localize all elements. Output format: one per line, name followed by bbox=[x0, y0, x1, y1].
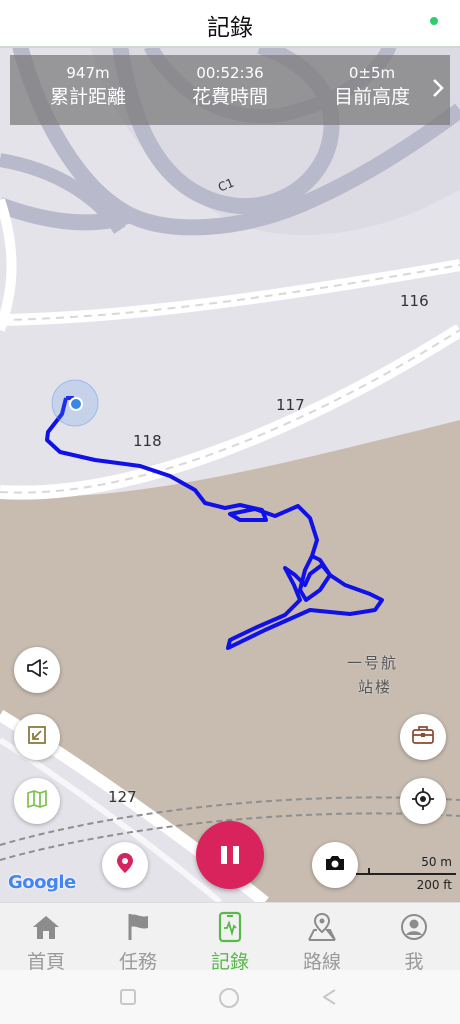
nav-item-records[interactable]: 記錄 bbox=[184, 909, 276, 974]
time-stat: 00:52:36 花費時間 bbox=[160, 63, 300, 111]
camera-icon bbox=[324, 854, 346, 876]
briefcase-icon bbox=[411, 724, 435, 750]
record-icon bbox=[184, 909, 276, 945]
camera-button[interactable] bbox=[312, 842, 358, 888]
map-layers-button[interactable] bbox=[14, 778, 60, 824]
map-view[interactable]: C1 116 117 118 127 一号航 站楼 bbox=[0, 46, 460, 902]
current-location-dot bbox=[69, 397, 83, 411]
pause-recording-button[interactable] bbox=[196, 821, 264, 889]
locate-me-button[interactable] bbox=[400, 778, 446, 824]
recents-icon[interactable] bbox=[118, 987, 138, 1007]
map-label-terminal-2: 站楼 bbox=[358, 678, 393, 696]
arrow-in-box-icon bbox=[26, 724, 48, 750]
add-waypoint-button[interactable] bbox=[102, 842, 148, 888]
distance-value: 947m bbox=[66, 64, 110, 82]
crosshair-icon bbox=[411, 787, 435, 815]
map-pin-icon bbox=[115, 851, 135, 879]
map-label-117: 117 bbox=[276, 396, 305, 414]
pause-icon bbox=[218, 846, 242, 864]
map-label-127: 127 bbox=[108, 788, 137, 806]
page-title: 記錄 bbox=[207, 15, 253, 41]
map-canvas bbox=[0, 46, 460, 902]
google-logo-text: Google bbox=[8, 872, 76, 893]
nav-item-missions[interactable]: 任務 bbox=[92, 909, 184, 974]
map-label-118: 118 bbox=[133, 432, 162, 450]
map-scale: 50 m 200 ft bbox=[356, 855, 456, 895]
time-label: 花費時間 bbox=[191, 86, 268, 108]
map-label-terminal-1: 一号航 bbox=[347, 654, 399, 672]
nav-item-home[interactable]: 首頁 bbox=[0, 909, 92, 974]
nav-item-routes[interactable]: 路線 bbox=[276, 909, 368, 974]
bottom-nav: 首頁 任務 記錄 路線 我 bbox=[0, 902, 460, 974]
map-label-116: 116 bbox=[400, 292, 429, 310]
status-dot bbox=[430, 17, 438, 25]
home-icon bbox=[0, 909, 92, 945]
megaphone-icon bbox=[24, 656, 50, 684]
app-header: 記錄 bbox=[0, 0, 460, 48]
back-icon[interactable] bbox=[320, 987, 340, 1007]
google-attribution: Google bbox=[8, 872, 76, 893]
altitude-stat: 0±5m 目前高度 bbox=[302, 63, 442, 111]
profile-icon bbox=[368, 909, 460, 945]
altitude-label: 目前高度 bbox=[333, 86, 410, 108]
broadcast-button[interactable] bbox=[14, 647, 60, 693]
route-map-icon bbox=[276, 909, 368, 945]
stats-panel: 947m 累計距離 00:52:36 花費時間 0±5m 目前高度 bbox=[10, 55, 450, 125]
distance-label: 累計距離 bbox=[49, 86, 126, 108]
distance-stat: 947m 累計距離 bbox=[18, 63, 158, 111]
scale-imperial: 200 ft bbox=[416, 878, 452, 892]
flag-icon bbox=[92, 909, 184, 945]
time-value: 00:52:36 bbox=[196, 64, 264, 82]
map-icon bbox=[26, 788, 48, 814]
toolbox-button[interactable] bbox=[400, 714, 446, 760]
system-nav-bar bbox=[0, 970, 460, 1024]
home-circle-icon[interactable] bbox=[218, 987, 239, 1008]
chevron-right-icon[interactable] bbox=[428, 77, 448, 101]
export-button[interactable] bbox=[14, 714, 60, 760]
scale-metric: 50 m bbox=[421, 855, 452, 869]
nav-item-me[interactable]: 我 bbox=[368, 909, 460, 974]
altitude-value: 0±5m bbox=[348, 64, 396, 82]
